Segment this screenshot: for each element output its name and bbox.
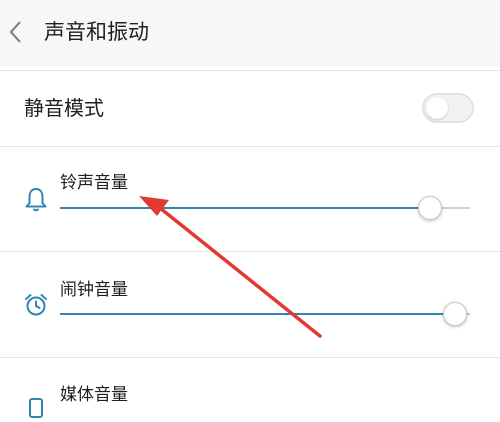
bell-icon [25,188,47,212]
media-volume-label: 媒体音量 [60,385,128,405]
ringtone-volume-label: 铃声音量 [60,173,128,193]
slider-thumb[interactable] [418,196,442,220]
divider [0,251,500,252]
slider-thumb[interactable] [442,302,467,326]
divider [0,70,500,71]
alarm-volume-slider[interactable] [60,299,470,329]
page-title: 声音和振动 [44,20,149,44]
silent-mode-toggle[interactable] [422,93,474,123]
divider [0,357,500,358]
toggle-knob [426,97,448,119]
ringtone-volume-slider[interactable] [60,193,470,223]
top-bar: 声音和振动 [0,0,500,66]
media-icon [29,398,43,418]
slider-fill [60,207,429,209]
back-chevron-icon[interactable] [6,19,26,45]
slider-fill [60,313,454,315]
divider [0,146,500,147]
alarm-clock-icon [25,294,47,316]
silent-mode-label: 静音模式 [24,96,104,120]
